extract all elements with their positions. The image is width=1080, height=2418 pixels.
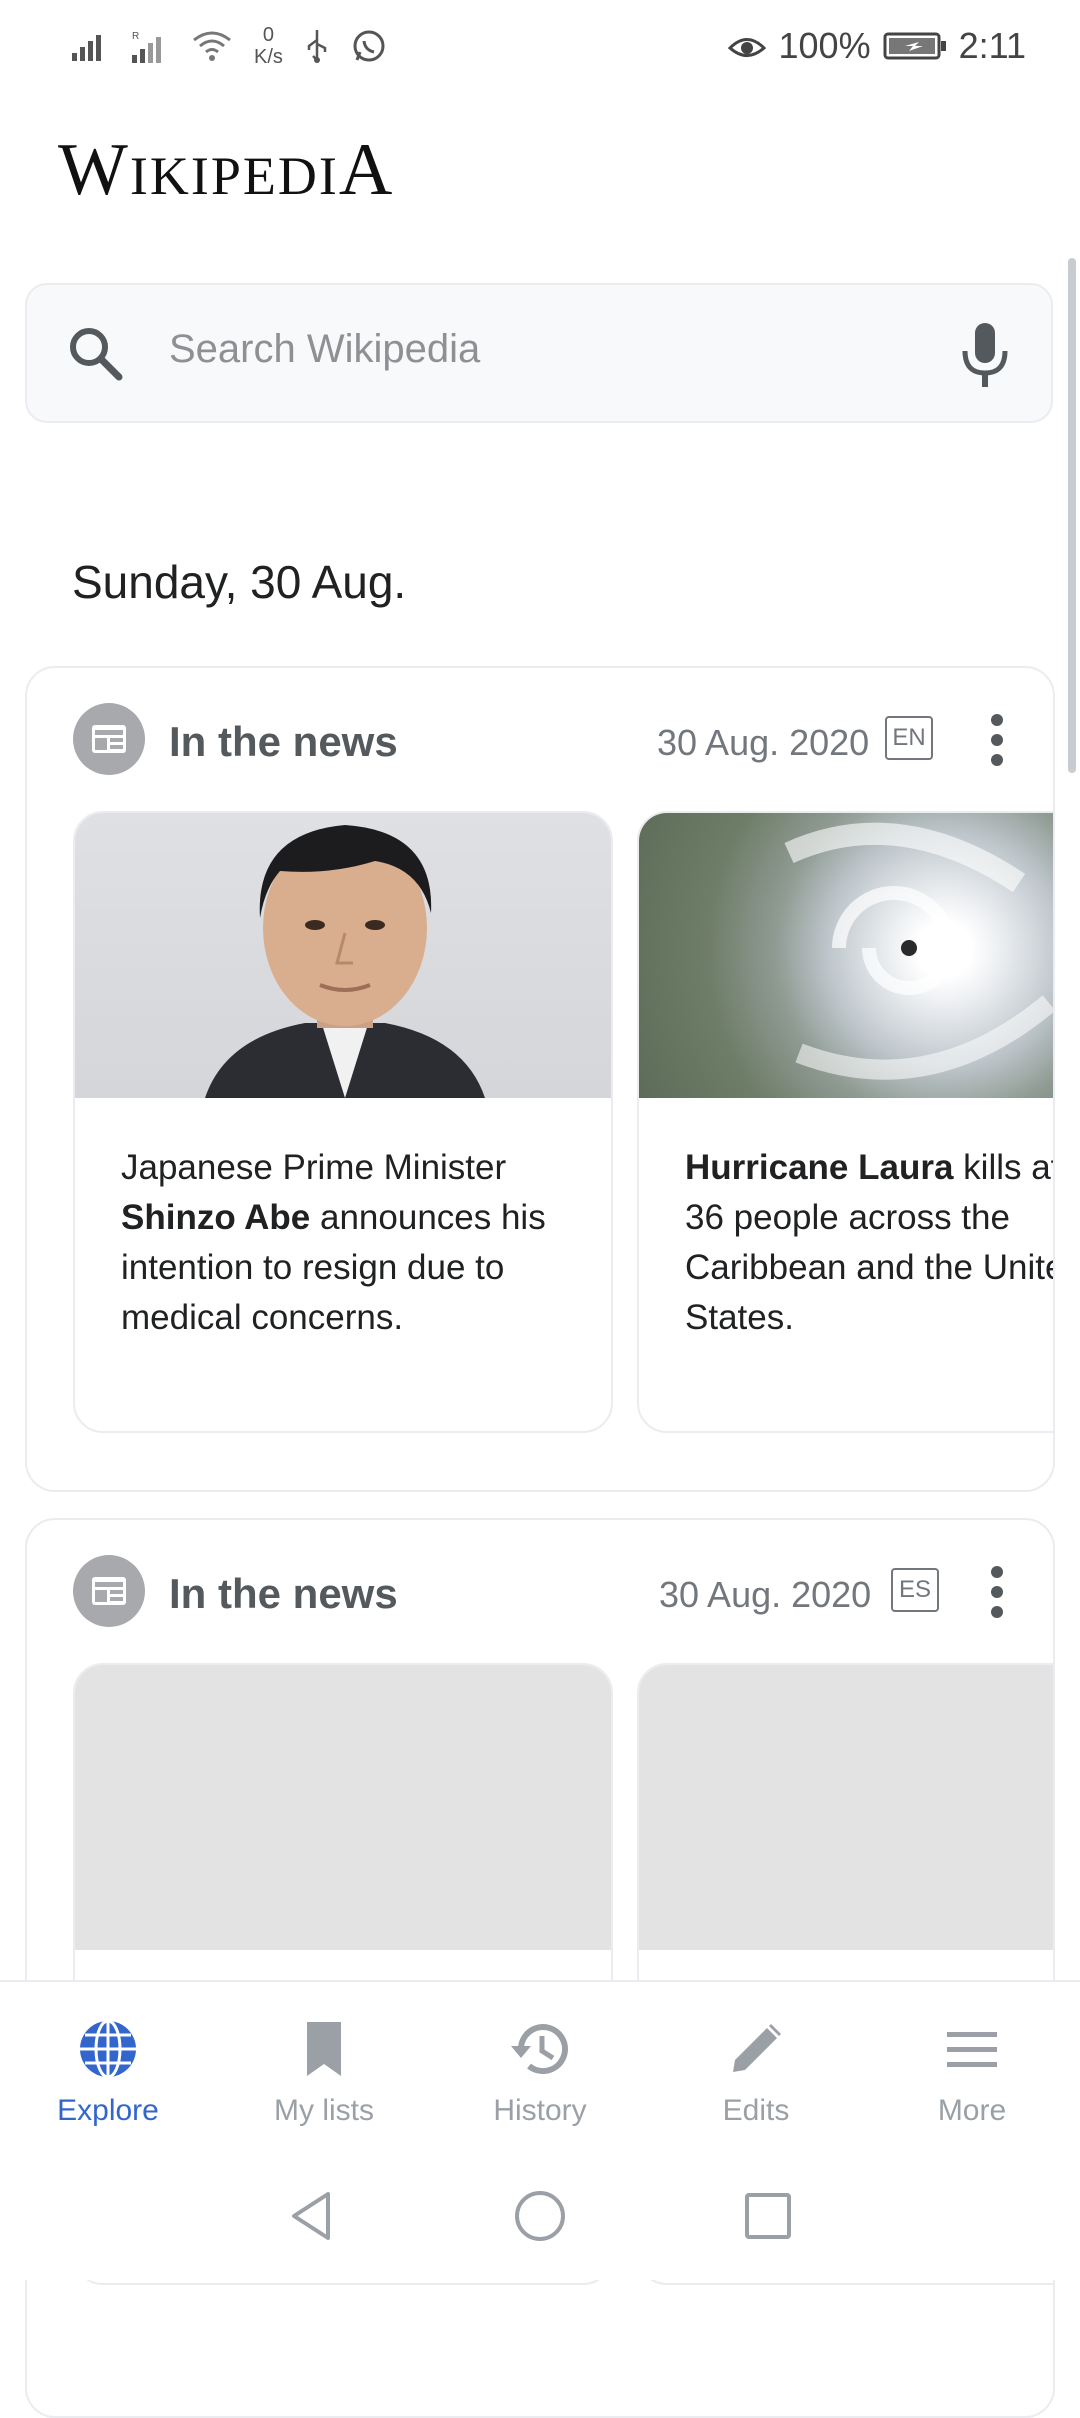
overflow-menu-icon[interactable] xyxy=(987,1566,1007,1618)
language-badge: ES xyxy=(891,1568,939,1612)
image-placeholder xyxy=(639,1665,1053,1950)
news-story-card[interactable]: Japanese Prime Minister Shinzo Abe annou… xyxy=(73,811,613,1433)
bottom-navigation: Explore My lists History Edits More xyxy=(0,1980,1080,2160)
pencil-icon xyxy=(733,2024,781,2072)
microphone-icon[interactable] xyxy=(957,319,1013,391)
wifi-icon xyxy=(193,31,231,61)
story-text-pre: Japanese Prime Minister xyxy=(121,1148,507,1187)
whatsapp-icon xyxy=(353,30,385,62)
nav-label: Edits xyxy=(722,2094,790,2127)
usb-icon xyxy=(307,30,327,63)
story-link[interactable]: Hurricane Laura xyxy=(685,1148,953,1187)
in-the-news-card-es[interactable]: In the news 30 Aug. 2020 ES xyxy=(25,1518,1055,2418)
globe-icon xyxy=(80,2019,136,2079)
battery-icon xyxy=(883,32,946,60)
net-speed-unit: K/s xyxy=(254,46,283,68)
eye-comfort-icon xyxy=(727,38,766,57)
nav-label: My lists xyxy=(274,2094,374,2127)
status-right-icons: 100% 2:11 xyxy=(727,18,1026,74)
net-speed-value: 0 xyxy=(262,24,275,46)
status-left-icons: R 0 K/s xyxy=(72,18,387,74)
menu-icon xyxy=(947,2032,997,2067)
signal-roaming-icon: R xyxy=(132,31,161,63)
news-icon xyxy=(73,703,145,775)
status-bar: R 0 K/s 100% 2:11 xyxy=(0,0,1080,90)
nav-my-lists[interactable]: My lists xyxy=(216,1982,432,2142)
home-icon[interactable] xyxy=(512,2188,568,2244)
nav-explore[interactable]: Explore xyxy=(0,1982,216,2142)
back-icon[interactable] xyxy=(284,2188,340,2244)
card-date: 30 Aug. 2020 xyxy=(657,722,870,763)
image-placeholder xyxy=(75,1665,611,1950)
nav-more[interactable]: More xyxy=(864,1982,1080,2142)
net-speed: 0 K/s xyxy=(254,24,283,68)
bookmark-icon xyxy=(307,2022,341,2076)
card-title: In the news xyxy=(169,718,398,765)
svg-text:R: R xyxy=(132,31,139,42)
search-icon xyxy=(70,328,123,381)
nav-history[interactable]: History xyxy=(432,1982,648,2142)
story-image xyxy=(75,813,611,1098)
system-navigation-bar xyxy=(0,2160,1080,2280)
story-image xyxy=(639,813,1053,1098)
language-badge: EN xyxy=(885,716,933,760)
search-input[interactable]: Search Wikipedia xyxy=(169,327,480,372)
nav-label: Explore xyxy=(57,2094,159,2127)
battery-percent: 100% xyxy=(778,25,871,66)
overflow-menu-icon[interactable] xyxy=(987,714,1007,766)
nav-label: History xyxy=(493,2094,587,2127)
recents-icon[interactable] xyxy=(740,2188,796,2244)
nav-edits[interactable]: Edits xyxy=(648,1982,864,2142)
signal-icon xyxy=(72,35,101,61)
story-link[interactable]: Shinzo Abe xyxy=(121,1198,310,1237)
nav-label: More xyxy=(937,2094,1007,2127)
story-text: Hurricane Laura kills at least 36 people… xyxy=(685,1143,1053,1343)
search-bar[interactable]: Search Wikipedia xyxy=(25,283,1053,423)
in-the-news-card-en[interactable]: In the news 30 Aug. 2020 EN Japanese Pri… xyxy=(25,666,1055,1492)
clock: 2:11 xyxy=(958,25,1026,66)
story-text: Japanese Prime Minister Shinzo Abe annou… xyxy=(121,1143,581,1343)
history-icon xyxy=(511,2024,568,2075)
feed-date: Sunday, 30 Aug. xyxy=(72,556,407,608)
card-date: 30 Aug. 2020 xyxy=(659,1574,872,1615)
news-icon xyxy=(73,1555,145,1627)
card-title: In the news xyxy=(169,1570,398,1617)
news-story-card[interactable]: Hurricane Laura kills at least 36 people… xyxy=(637,811,1053,1433)
scrollbar[interactable] xyxy=(1068,258,1076,773)
wikipedia-logo: WIKIPEDIA xyxy=(58,129,395,211)
